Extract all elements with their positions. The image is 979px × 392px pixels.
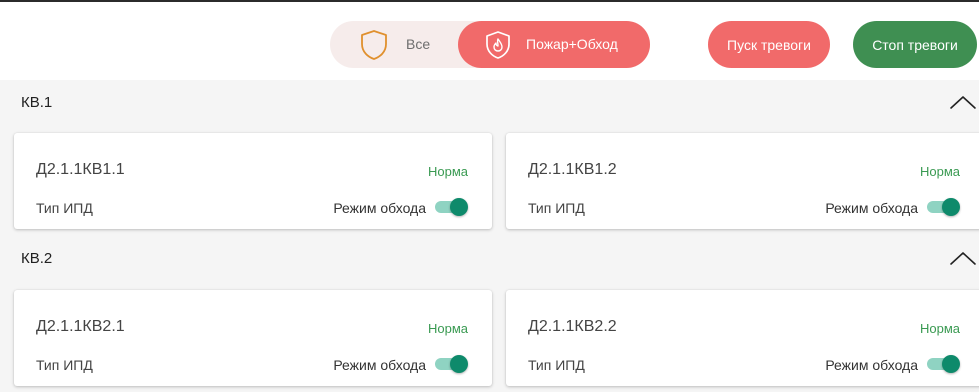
bypass-mode-label: Режим обхода [825,357,918,373]
device-card[interactable]: Д2.1.1КВ2.2 Норма Тип ИПД Режим обхода [506,290,979,386]
group-title: КВ.1 [21,94,53,111]
device-name: Д2.1.1КВ2.2 [528,318,617,335]
filter-all-label: Все [406,36,431,52]
device-card[interactable]: Д2.1.1КВ1.2 Норма Тип ИПД Режим обхода [506,133,979,229]
device-name: Д2.1.1КВ1.2 [528,161,617,178]
chevron-up-icon[interactable] [949,94,977,110]
device-type: Тип ИПД [36,357,93,373]
bypass-mode-toggle[interactable] [432,196,468,218]
bypass-mode-label: Режим обхода [333,357,426,373]
shield-fire-icon [486,31,510,59]
group-header-kv1[interactable]: КВ.1 [0,80,979,126]
device-name: Д2.1.1КВ2.1 [36,318,125,335]
device-type: Тип ИПД [528,357,585,373]
status-badge: Норма [427,321,468,336]
group-title: КВ.2 [21,250,53,267]
status-badge: Норма [427,164,468,179]
filter-all-button[interactable]: Все [330,21,458,68]
start-alarm-button[interactable]: Пуск тревоги [708,21,830,68]
status-badge: Норма [919,164,960,179]
device-type: Тип ИПД [36,200,93,216]
bypass-mode-label: Режим обхода [333,200,426,216]
toolbar: Все Пожар+Обход Пуск тревоги Стоп тревог… [0,2,979,80]
filter-segmented-control: Все Пожар+Обход [330,21,650,68]
status-badge: Норма [919,321,960,336]
chevron-up-icon[interactable] [949,250,977,266]
bypass-mode-toggle[interactable] [432,353,468,375]
stop-alarm-button[interactable]: Стоп тревоги [853,21,977,68]
device-name: Д2.1.1КВ1.1 [36,161,125,178]
filter-fire-bypass-label: Пожар+Обход [526,36,618,52]
device-card[interactable]: Д2.1.1КВ2.1 Норма Тип ИПД Режим обхода [14,290,492,386]
device-card[interactable]: Д2.1.1КВ1.1 Норма Тип ИПД Режим обхода [14,133,492,229]
bypass-mode-toggle[interactable] [924,196,960,218]
shield-icon [361,30,387,60]
device-type: Тип ИПД [528,200,585,216]
group-header-kv2[interactable]: КВ.2 [0,236,979,282]
bypass-mode-toggle[interactable] [924,353,960,375]
bypass-mode-label: Режим обхода [825,200,918,216]
filter-fire-bypass-button[interactable]: Пожар+Обход [458,21,650,68]
